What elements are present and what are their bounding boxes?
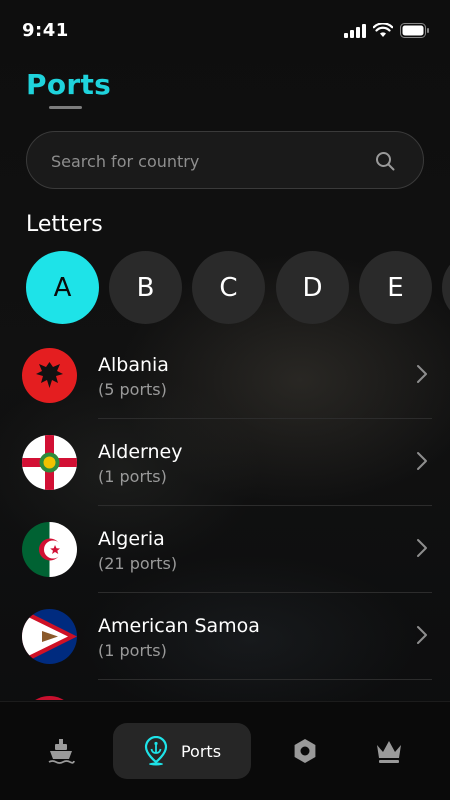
crown-icon [377,741,401,763]
bottom-nav: Ports [0,701,450,800]
letter-e-button[interactable]: E [359,251,432,324]
wifi-icon [373,23,393,37]
letter-a-button[interactable]: A [26,251,99,324]
country-name: Algeria [98,528,165,550]
country-name: Albania [98,354,169,376]
status-time: 9:41 [22,20,69,41]
title-underline [49,106,82,109]
country-port-count: (21 ports) [98,554,178,573]
letter-c-button[interactable]: C [192,251,265,324]
letter-b-button[interactable]: B [109,251,182,324]
signal-icon [344,23,366,38]
ship-icon [48,739,75,764]
nav-settings[interactable] [280,723,330,779]
alderney-flag-icon [22,435,77,490]
nav-premium[interactable] [364,723,414,779]
country-port-count: (1 ports) [98,467,167,486]
chevron-right-icon [417,539,427,557]
status-icons [344,23,430,38]
country-row-american-samoa[interactable]: American Samoa (1 ports) [0,593,450,680]
country-name: American Samoa [98,615,260,637]
country-list: Albania (5 ports) Alderney (1 ports) Alg… [0,332,450,700]
nav-ship[interactable] [36,723,86,779]
country-port-count: (5 ports) [98,380,167,399]
chevron-right-icon [417,365,427,383]
search-icon[interactable] [375,151,395,171]
algeria-flag-icon [22,522,77,577]
country-name: Alderney [98,441,183,463]
country-port-count: (1 ports) [98,641,167,660]
search-bar[interactable] [26,131,424,189]
letter-next-button[interactable] [442,251,450,324]
nav-ports[interactable]: Ports [113,723,251,779]
country-row-alderney[interactable]: Alderney (1 ports) [0,419,450,506]
anchor-pin-icon [144,736,168,766]
nav-ports-label: Ports [180,741,222,761]
american-samoa-flag-icon [22,609,77,664]
search-input[interactable] [51,149,371,173]
battery-icon [400,23,429,38]
country-row-albania[interactable]: Albania (5 ports) [0,332,450,419]
hexagon-nut-icon [294,739,316,763]
country-row-partial[interactable] [0,680,450,700]
letters-heading: Letters [26,212,103,237]
page-title: Ports [26,68,112,101]
flag-icon [22,696,77,700]
albania-flag-icon [22,348,77,403]
chevron-right-icon [417,452,427,470]
letter-filter: A B C D E [26,251,450,325]
letter-d-button[interactable]: D [276,251,349,324]
chevron-right-icon [417,626,427,644]
status-bar: 9:41 [0,0,450,60]
country-row-algeria[interactable]: Algeria (21 ports) [0,506,450,593]
